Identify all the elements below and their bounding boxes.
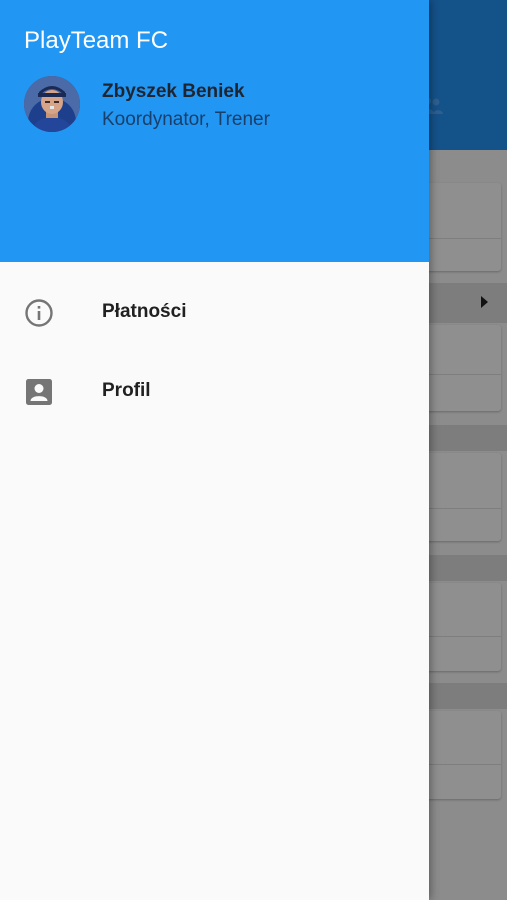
menu-item-label: Profil [102, 380, 151, 401]
caret-right-icon [481, 296, 488, 308]
menu-item-payments[interactable]: Płatności [0, 276, 429, 348]
user-name: Zbyszek Beniek [102, 81, 245, 102]
drawer-header: PlayTeam FC Zbyszek Beniek Koordynator, … [0, 0, 429, 262]
user-photo-icon [24, 76, 80, 132]
user-role: Koordynator, Trener [102, 109, 270, 130]
account-box-icon [26, 379, 52, 405]
avatar[interactable] [24, 76, 80, 132]
menu-item-profile[interactable]: Profil [0, 355, 429, 427]
club-name: PlayTeam FC [24, 27, 169, 54]
menu-item-label: Płatności [102, 301, 187, 322]
navigation-drawer: PlayTeam FC Zbyszek Beniek Koordynator, … [0, 0, 429, 900]
screen: PlayTeam FC Zbyszek Beniek Koordynator, … [0, 0, 507, 900]
info-icon [25, 299, 53, 327]
